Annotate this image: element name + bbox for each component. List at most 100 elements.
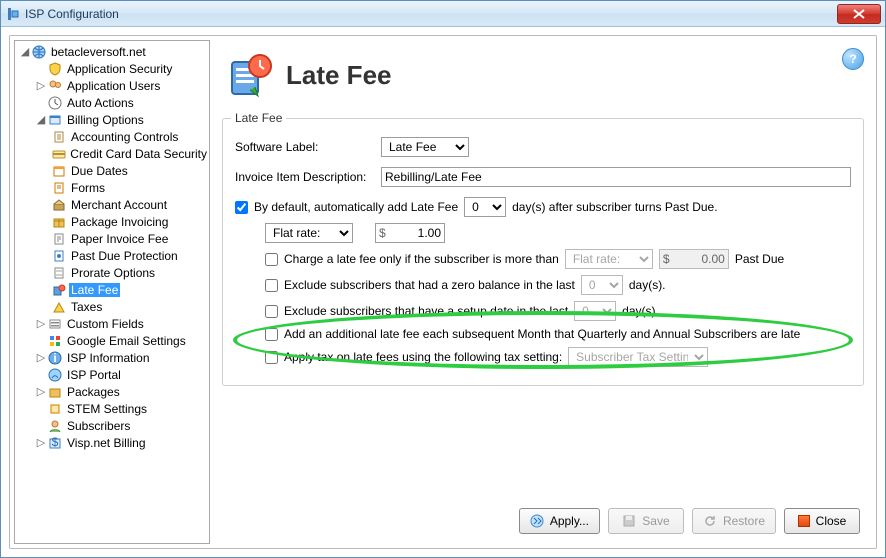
zero-balance-checkbox[interactable] bbox=[265, 279, 278, 292]
invoice-desc-input[interactable] bbox=[381, 167, 851, 187]
tree-item-late-fee[interactable]: Late Fee bbox=[15, 281, 209, 298]
subscriber-icon bbox=[47, 418, 63, 434]
package-icon bbox=[51, 214, 67, 230]
threshold-label: Charge a late fee only if the subscriber… bbox=[284, 252, 559, 266]
expand-icon[interactable]: ▷ bbox=[35, 317, 47, 330]
svg-text:i: i bbox=[53, 351, 56, 365]
main-panel: ? Late Fee Late Fee Software Label: Late… bbox=[214, 40, 872, 544]
tree-item-past-due[interactable]: Past Due Protection bbox=[15, 247, 209, 264]
rate-type-select[interactable]: Flat rate: bbox=[265, 223, 353, 243]
additional-fee-label: Add an additional late fee each subseque… bbox=[284, 327, 800, 341]
latefee-big-icon bbox=[226, 50, 276, 100]
auto-add-checkbox[interactable] bbox=[235, 201, 248, 214]
close-button[interactable]: Close bbox=[784, 508, 860, 534]
window-title: ISP Configuration bbox=[25, 7, 119, 21]
tree-item-prorate[interactable]: Prorate Options bbox=[15, 264, 209, 281]
auto-add-post: day(s) after subscriber turns Past Due. bbox=[512, 200, 717, 214]
tax-setting-select[interactable]: Subscriber Tax Setting bbox=[568, 347, 708, 367]
tree-item-due-dates[interactable]: Due Dates bbox=[15, 162, 209, 179]
card-icon bbox=[51, 146, 66, 162]
tree-item-packages[interactable]: ▷Packages bbox=[15, 383, 209, 400]
save-button[interactable]: Save bbox=[608, 508, 684, 534]
additional-fee-checkbox[interactable] bbox=[265, 328, 278, 341]
late-fee-group: Late Fee Software Label: Late Fee Invoic… bbox=[222, 118, 864, 386]
window-close-button[interactable] bbox=[837, 4, 881, 24]
users-icon bbox=[47, 78, 63, 94]
apply-tax-checkbox[interactable] bbox=[265, 351, 278, 364]
taxes-icon bbox=[51, 299, 67, 315]
expand-icon[interactable]: ▷ bbox=[35, 79, 47, 92]
setup-date-days[interactable]: 0 bbox=[574, 301, 616, 321]
shield-icon bbox=[47, 61, 63, 77]
expand-icon[interactable]: ▷ bbox=[35, 385, 47, 398]
apply-icon bbox=[530, 514, 544, 528]
apply-tax-label: Apply tax on late fees using the followi… bbox=[284, 350, 562, 364]
tree-item-custom-fields[interactable]: ▷Custom Fields bbox=[15, 315, 209, 332]
tree-item-app-security[interactable]: Application Security bbox=[15, 60, 209, 77]
tree-item-stem[interactable]: STEM Settings bbox=[15, 400, 209, 417]
stem-icon bbox=[47, 401, 63, 417]
tree-item-auto-actions[interactable]: Auto Actions bbox=[15, 94, 209, 111]
auto-add-days[interactable]: 0 bbox=[464, 197, 506, 217]
zero-balance-suffix: day(s). bbox=[629, 278, 666, 292]
protect-icon bbox=[51, 248, 67, 264]
button-bar: Apply... Save Restore Close bbox=[519, 508, 860, 534]
zero-balance-days[interactable]: 0 bbox=[581, 275, 623, 295]
threshold-checkbox[interactable] bbox=[265, 253, 278, 266]
tree-item-cc-security[interactable]: Credit Card Data Security bbox=[15, 145, 209, 162]
expand-icon[interactable]: ▷ bbox=[35, 436, 47, 449]
doc-icon bbox=[51, 129, 67, 145]
group-legend: Late Fee bbox=[231, 111, 286, 125]
content-frame: ◢ betacleversoft.net Application Securit… bbox=[9, 35, 877, 549]
prorate-icon bbox=[51, 265, 67, 281]
latefee-icon bbox=[51, 282, 67, 298]
tree-item-isp-info[interactable]: ▷iISP Information bbox=[15, 349, 209, 366]
tree-root[interactable]: ◢ betacleversoft.net bbox=[15, 43, 209, 60]
app-icon bbox=[5, 6, 21, 22]
zero-balance-label: Exclude subscribers that had a zero bala… bbox=[284, 278, 575, 292]
apply-button[interactable]: Apply... bbox=[519, 508, 600, 534]
tree-item-isp-portal[interactable]: ISP Portal bbox=[15, 366, 209, 383]
tree-item-app-users[interactable]: ▷Application Users bbox=[15, 77, 209, 94]
save-icon bbox=[622, 514, 636, 528]
help-button[interactable]: ? bbox=[842, 48, 864, 70]
merchant-icon bbox=[51, 197, 67, 213]
collapse-icon[interactable]: ◢ bbox=[19, 45, 31, 58]
nav-tree[interactable]: ◢ betacleversoft.net Application Securit… bbox=[14, 40, 210, 544]
portal-icon bbox=[47, 367, 63, 383]
paper-icon bbox=[51, 231, 67, 247]
tree-item-google[interactable]: Google Email Settings bbox=[15, 332, 209, 349]
info-icon: i bbox=[47, 350, 63, 366]
tree-item-accounting[interactable]: Accounting Controls bbox=[15, 128, 209, 145]
calendar-icon bbox=[51, 163, 67, 179]
visp-icon: $ bbox=[47, 435, 63, 451]
restore-icon bbox=[703, 514, 717, 528]
close-icon bbox=[798, 515, 810, 527]
page-title: Late Fee bbox=[286, 60, 392, 91]
billing-icon bbox=[47, 112, 63, 128]
tree-item-merchant[interactable]: Merchant Account bbox=[15, 196, 209, 213]
tree-item-paper-invoice[interactable]: Paper Invoice Fee bbox=[15, 230, 209, 247]
svg-text:$: $ bbox=[52, 436, 59, 449]
setup-date-suffix: day(s). bbox=[622, 304, 659, 318]
tree-item-taxes[interactable]: Taxes bbox=[15, 298, 209, 315]
expand-icon[interactable]: ▷ bbox=[35, 351, 47, 364]
packages-icon bbox=[47, 384, 63, 400]
window: ISP Configuration ◢ betacleversoft.net A… bbox=[0, 0, 886, 558]
form-icon bbox=[51, 180, 67, 196]
collapse-icon[interactable]: ◢ bbox=[35, 113, 47, 126]
tree-item-visp-billing[interactable]: ▷$Visp.net Billing bbox=[15, 434, 209, 451]
tree-item-forms[interactable]: Forms bbox=[15, 179, 209, 196]
clock-icon bbox=[47, 95, 63, 111]
tree-item-package-invoicing[interactable]: Package Invoicing bbox=[15, 213, 209, 230]
tree-item-subscribers[interactable]: Subscribers bbox=[15, 417, 209, 434]
restore-button[interactable]: Restore bbox=[692, 508, 776, 534]
invoice-desc-lbl: Invoice Item Description: bbox=[235, 170, 375, 184]
setup-date-checkbox[interactable] bbox=[265, 305, 278, 318]
software-label-select[interactable]: Late Fee bbox=[381, 137, 469, 157]
google-icon bbox=[47, 333, 63, 349]
tree-item-billing[interactable]: ◢Billing Options bbox=[15, 111, 209, 128]
setup-date-label: Exclude subscribers that have a setup da… bbox=[284, 304, 568, 318]
auto-add-pre: By default, automatically add Late Fee bbox=[254, 200, 458, 214]
threshold-type-select[interactable]: Flat rate: bbox=[565, 249, 653, 269]
